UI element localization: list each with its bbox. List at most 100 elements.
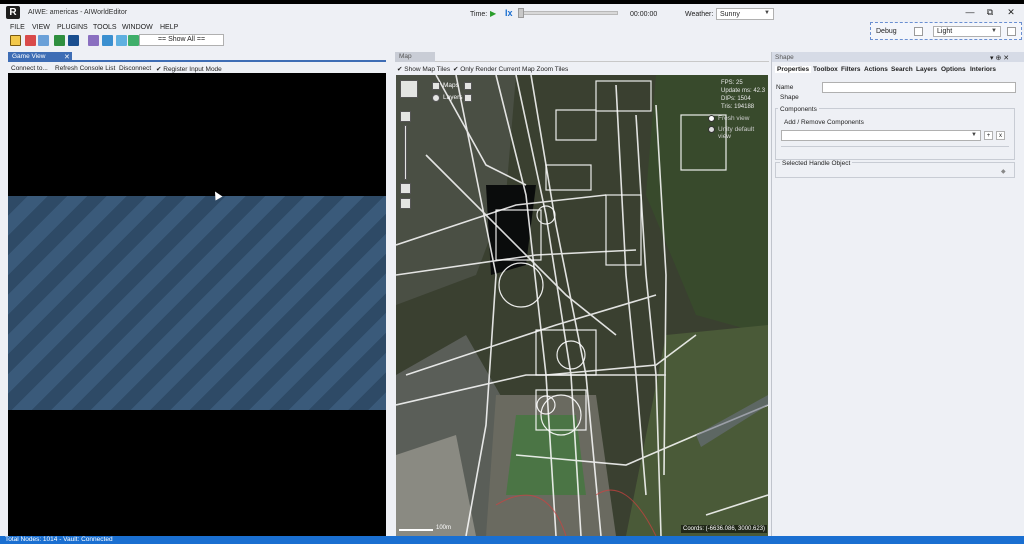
map-viewport[interactable]: Maps Layers FPS: 25 Update ms: 42.3 DIPs…: [396, 75, 768, 536]
layers-forward-icon[interactable]: [464, 94, 472, 102]
grid-tool-icon[interactable]: [68, 35, 79, 46]
menu-window[interactable]: WINDOW: [122, 24, 153, 31]
update-ms-stat: Update ms: 42.3: [721, 88, 766, 94]
tab-actions[interactable]: Actions: [864, 66, 888, 73]
water-tool-icon[interactable]: [102, 35, 113, 46]
time-speed-icon[interactable]: Ix: [505, 8, 515, 19]
properties-panel-header: Shape ▾ ⊕ ✕: [772, 52, 1024, 62]
layers-toggle-icon[interactable]: [432, 94, 440, 102]
paint-tool-icon[interactable]: [88, 35, 99, 46]
dips-stat: DIPs: 1504: [721, 96, 751, 102]
name-label: Name: [776, 84, 794, 91]
map-pan-control[interactable]: [400, 80, 418, 98]
tab-game-view[interactable]: Game View: [8, 52, 72, 62]
status-text: Total Nodes: 1014 - Vault: Connected: [5, 536, 113, 543]
game-view-tabbar: Game View ✕: [8, 52, 386, 62]
add-remove-components-label: Add / Remove Components: [784, 119, 864, 126]
properties-tabs: Properties Toolbox Filters Actions Searc…: [775, 66, 1023, 76]
remove-component-button[interactable]: x: [996, 131, 1005, 140]
play-icon[interactable]: ▶: [490, 10, 498, 18]
show-map-tiles-checkbox[interactable]: ✔ Show Map Tiles: [397, 65, 450, 73]
game-view-panel: Game View ✕ Connect to... Refresh Consol…: [8, 52, 386, 536]
view-option-2-radio[interactable]: [708, 126, 715, 133]
tab-map-label: Map: [399, 53, 412, 60]
map-tabbar: Map: [395, 52, 769, 62]
debug-label: Debug: [876, 28, 897, 35]
tab-search[interactable]: Search: [891, 66, 913, 73]
selected-handle-title: Selected Handle Object: [780, 160, 853, 167]
map-scale-label: 100m: [436, 525, 452, 531]
close-button[interactable]: ✕: [1003, 6, 1019, 18]
menu-help[interactable]: HELP: [160, 24, 178, 31]
component-dropdown[interactable]: ▼: [781, 130, 981, 141]
zoom-out-icon[interactable]: [400, 183, 411, 194]
name-field[interactable]: [822, 82, 1016, 93]
window-title: AIWE: americas - AIWorldEditor: [28, 9, 128, 16]
menu-bar: FILE VIEW PLUGINS TOOLS WINDOW HELP: [0, 22, 520, 33]
tab-properties[interactable]: Properties: [775, 66, 812, 73]
lighting-dropdown[interactable]: Light ▼: [933, 26, 1001, 37]
time-slider-thumb[interactable]: [518, 8, 524, 18]
vegetation-tool-icon[interactable]: [128, 35, 139, 46]
title-bar: R AIWE: americas - AIWorldEditor Time: ▶…: [0, 4, 1024, 22]
panel-title: Shape: [775, 54, 794, 61]
tab-interiors[interactable]: Interiors: [970, 66, 996, 73]
tab-options[interactable]: Options: [941, 66, 966, 73]
game-viewport[interactable]: [8, 73, 386, 536]
fit-view-icon[interactable]: [400, 198, 411, 209]
show-all-filter-dropdown[interactable]: == Show All ==: [139, 34, 224, 46]
chevron-down-icon: ▼: [971, 132, 977, 138]
tab-toolbox[interactable]: Toolbox: [813, 66, 838, 73]
maps-forward-icon[interactable]: [464, 82, 472, 90]
connect-button[interactable]: Connect to...: [11, 65, 48, 72]
zoom-slider[interactable]: [404, 125, 407, 180]
diamond-icon[interactable]: ◆: [1001, 168, 1006, 175]
shape-section-label: Shape: [780, 94, 799, 101]
time-value: 00:00:00: [630, 11, 658, 18]
panel-window-controls[interactable]: ▾ ⊕ ✕: [990, 54, 1009, 62]
view-option-1-label: Fresh view: [718, 115, 750, 122]
status-bar: Total Nodes: 1014 - Vault: Connected: [0, 536, 1024, 544]
refresh-console-list-button[interactable]: Refresh Console List: [55, 65, 115, 72]
menu-view[interactable]: VIEW: [32, 24, 50, 31]
time-label: Time:: [470, 11, 488, 18]
maps-toggle-icon[interactable]: [432, 82, 440, 90]
time-slider-track[interactable]: [518, 11, 618, 15]
close-icon[interactable]: ✕: [64, 53, 70, 61]
map-panel: Map ✔ Show Map Tiles ✔ Only Render Curre…: [395, 52, 769, 536]
view-option-2-label: Unity default view: [718, 126, 755, 140]
menu-tools[interactable]: TOOLS: [93, 24, 117, 31]
zoom-in-icon[interactable]: [400, 111, 411, 122]
place-tool-icon[interactable]: [25, 35, 36, 46]
chevron-down-icon: ▼: [764, 10, 770, 16]
menu-plugins[interactable]: PLUGINS: [57, 24, 88, 31]
tab-map[interactable]: Map: [395, 52, 435, 62]
lighting-value: Light: [937, 28, 953, 35]
sky-tool-icon[interactable]: [116, 35, 127, 46]
map-canvas: [396, 75, 768, 536]
only-render-zoom-tiles-checkbox[interactable]: ✔ Only Render Current Map Zoom Tiles: [453, 65, 568, 73]
disconnect-button[interactable]: Disconnect: [119, 65, 151, 72]
terrain-tool-icon[interactable]: [54, 35, 65, 46]
debug-checkbox[interactable]: [914, 27, 923, 36]
tab-filters[interactable]: Filters: [841, 66, 861, 73]
tab-layers[interactable]: Layers: [916, 66, 937, 73]
render-stats: FPS: 25 Update ms: 42.3 DIPs: 1504 Tris:…: [721, 79, 765, 111]
debug-option-checkbox[interactable]: [1007, 27, 1016, 36]
weather-value: Sunny: [720, 11, 740, 18]
game-view-toolbar: Connect to... Refresh Console List Disco…: [8, 64, 386, 73]
select-tool-icon[interactable]: [10, 35, 21, 46]
minimize-button[interactable]: —: [962, 6, 978, 18]
components-divider: [781, 146, 1009, 147]
maps-label: Maps: [443, 82, 459, 89]
map-scale-bar: [399, 529, 433, 531]
weather-label: Weather:: [685, 11, 714, 18]
restore-button[interactable]: ⧉: [982, 6, 998, 18]
move-tool-icon[interactable]: [38, 35, 49, 46]
fps-stat: FPS: 25: [721, 80, 743, 86]
add-component-button[interactable]: +: [984, 131, 993, 140]
register-input-mode-toggle[interactable]: ✔ Register Input Mode: [156, 65, 222, 73]
view-option-1-radio[interactable]: [708, 115, 715, 122]
menu-file[interactable]: FILE: [10, 24, 25, 31]
weather-dropdown[interactable]: Sunny ▼: [716, 8, 774, 20]
